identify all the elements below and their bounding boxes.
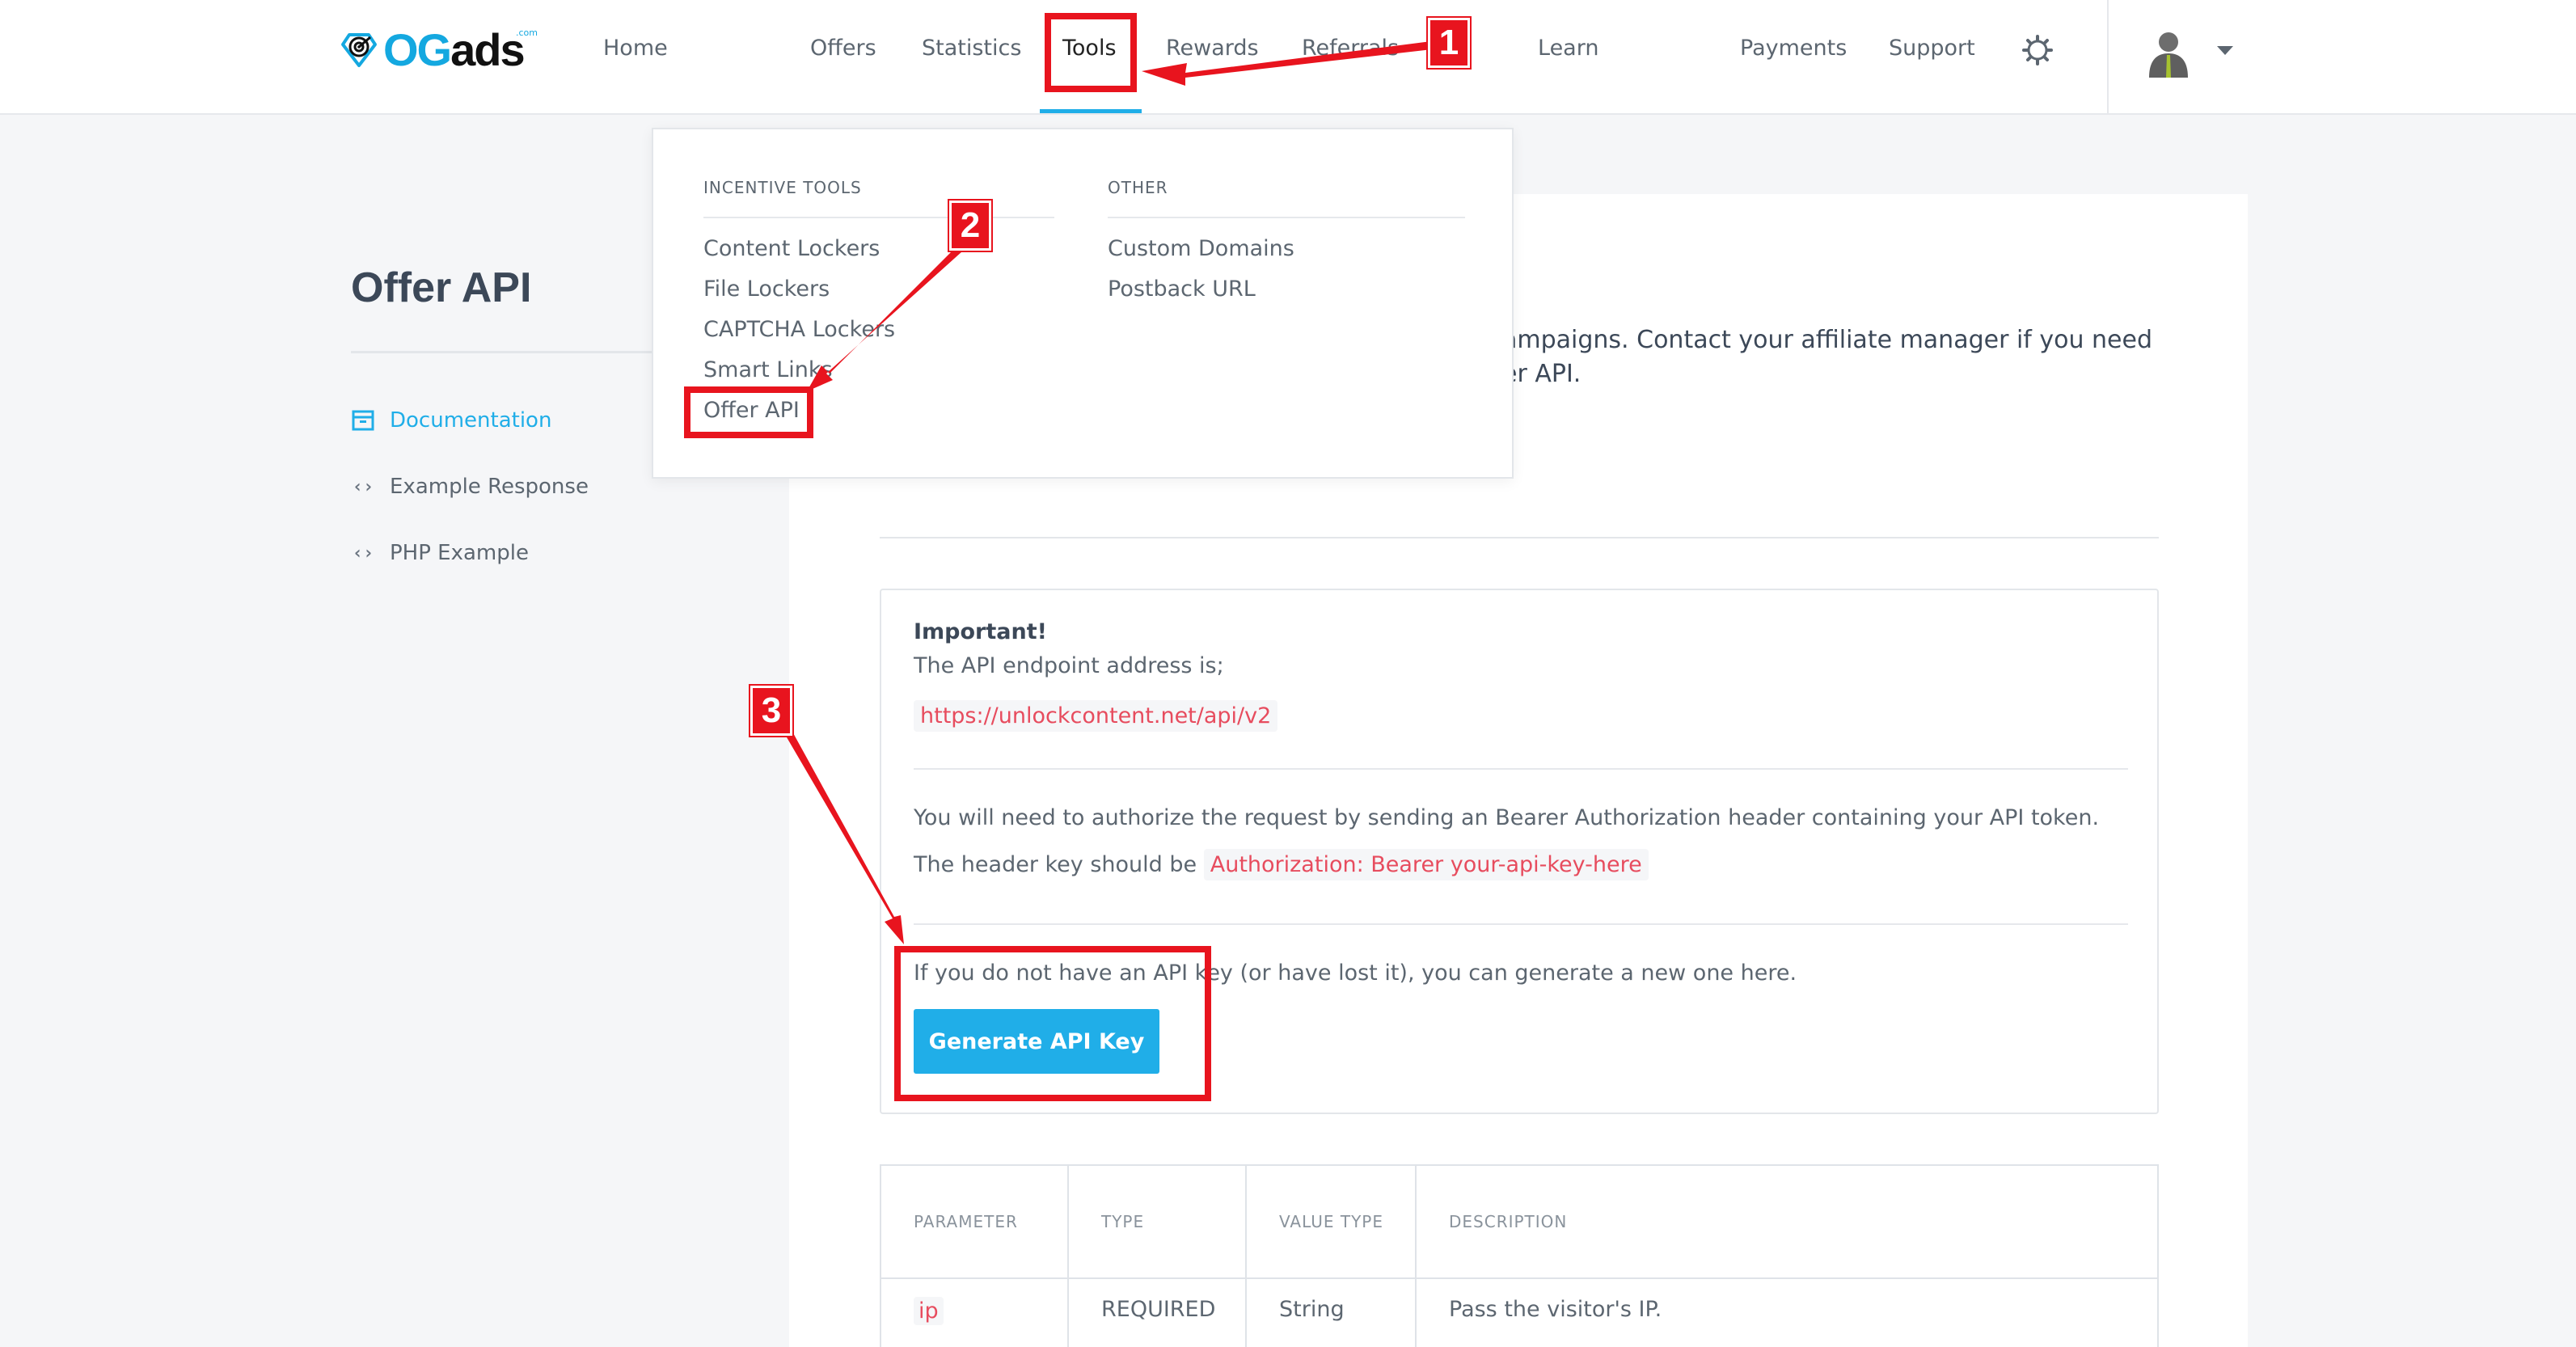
chevron-down-icon[interactable] (2217, 46, 2233, 55)
endpoint-label: The API endpoint address is; (914, 653, 1224, 678)
nav-support[interactable]: Support (1889, 36, 1975, 61)
nav-home[interactable]: Home (603, 36, 668, 61)
endpoint-row: https://unlockcontent.net/api/v2 (914, 700, 1278, 732)
menu-item-smart-links[interactable]: Smart Links (703, 357, 833, 382)
menu-item-content-lockers[interactable]: Content Lockers (703, 236, 880, 261)
menu-item-captcha-lockers[interactable]: CAPTCHA Lockers (703, 317, 895, 342)
nav-statistics[interactable]: Statistics (922, 36, 1021, 61)
intro-line-1: ampaigns. Contact your affiliate manager… (1502, 326, 2153, 354)
annotation-badge-2: 2 (949, 201, 991, 251)
active-nav-indicator (1040, 109, 1142, 113)
table-header-parameter: PARAMETER (881, 1166, 1069, 1277)
annotation-box-offer-api (684, 386, 813, 438)
endpoint-url[interactable]: https://unlockcontent.net/api/v2 (914, 700, 1278, 732)
table-cell-type: REQUIRED (1069, 1279, 1247, 1347)
table-cell-description: Pass the visitor's IP. (1449, 1297, 1662, 1322)
logo-suffix: .com (516, 27, 538, 38)
sidebar-item-example-response[interactable]: ‹› Example Response (351, 471, 589, 503)
logo-target-icon (341, 33, 377, 67)
header-divider (2107, 0, 2109, 115)
menu-item-custom-domains[interactable]: Custom Domains (1108, 236, 1294, 261)
parameter-table: PARAMETER TYPE VALUE TYPE DESCRIPTION ip… (880, 1164, 2159, 1347)
dropdown-divider (1108, 217, 1465, 218)
page-title: Offer API (351, 264, 532, 311)
sidebar-item-label: PHP Example (390, 541, 529, 565)
annotation-box-generate-key (894, 946, 1211, 1101)
code-icon: ‹› (352, 476, 374, 497)
info-separator (914, 923, 2128, 925)
logo-wordmark: OGads (383, 23, 526, 75)
archive-icon (351, 408, 375, 433)
nav-offers[interactable]: Offers (810, 36, 876, 61)
table-cell-value-type: String (1247, 1279, 1417, 1347)
menu-item-file-lockers[interactable]: File Lockers (703, 277, 830, 302)
important-heading: Important! (914, 619, 1047, 644)
dropdown-divider (703, 217, 1054, 218)
nav-payments[interactable]: Payments (1740, 36, 1847, 61)
nav-learn[interactable]: Learn (1538, 36, 1598, 61)
auth-instructions: You will need to authorize the request b… (914, 805, 2100, 830)
content-divider (880, 537, 2159, 538)
sidebar-item-label: Example Response (390, 475, 589, 499)
sidebar-item-documentation[interactable]: Documentation (351, 404, 551, 437)
header-key-label: The header key should be (914, 852, 1197, 877)
top-header: OGads .com Home Offers Statistics Tools … (0, 0, 2576, 115)
user-avatar-icon[interactable] (2146, 27, 2191, 78)
intro-line-2: er API. (1502, 360, 1581, 388)
intro-paragraph: ampaigns. Contact your affiliate manager… (1502, 323, 2165, 391)
annotation-badge-3: 3 (750, 686, 792, 736)
ogads-logo[interactable]: OGads .com (340, 23, 538, 76)
info-separator (914, 768, 2128, 770)
table-cell-parameter: ip (881, 1279, 1069, 1347)
sidebar-item-php-example[interactable]: ‹› PHP Example (351, 537, 529, 569)
incentive-tools-heading: INCENTIVE TOOLS (703, 178, 862, 197)
header-key-value[interactable]: Authorization: Bearer your-api-key-here (1203, 849, 1649, 880)
other-heading: OTHER (1108, 178, 1168, 197)
table-header-description: DESCRIPTION (1449, 1212, 1568, 1231)
table-header-value-type: VALUE TYPE (1247, 1166, 1417, 1277)
table-header-type: TYPE (1069, 1166, 1247, 1277)
nav-rewards[interactable]: Rewards (1166, 36, 1259, 61)
sidebar-divider (351, 351, 658, 353)
sidebar-item-label: Documentation (390, 408, 552, 433)
nav-referrals[interactable]: Referrals (1302, 36, 1399, 61)
gear-icon[interactable] (2021, 34, 2054, 66)
header-key-row: The header key should be Authorization: … (914, 849, 1649, 880)
annotation-badge-1: 1 (1428, 18, 1470, 68)
php-code-icon: ‹› (352, 543, 374, 564)
annotation-box-tools (1045, 13, 1137, 92)
menu-item-postback-url[interactable]: Postback URL (1108, 277, 1256, 302)
